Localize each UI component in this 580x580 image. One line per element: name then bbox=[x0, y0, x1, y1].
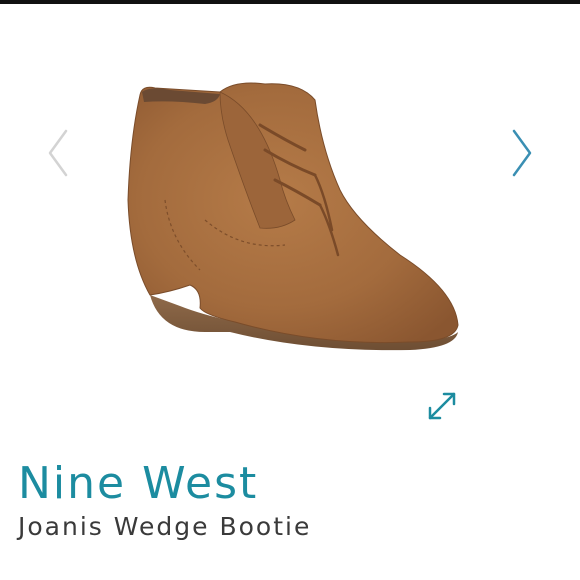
brand-name: Nine West bbox=[18, 458, 259, 509]
product-image[interactable] bbox=[110, 70, 480, 370]
bootie-illustration bbox=[127, 82, 459, 351]
chevron-right-icon bbox=[512, 129, 532, 177]
top-bar bbox=[0, 0, 580, 4]
expand-image-button[interactable] bbox=[426, 390, 458, 422]
chevron-left-icon bbox=[48, 129, 68, 177]
expand-icon bbox=[428, 392, 456, 420]
bottom-fade bbox=[0, 570, 580, 580]
next-image-button[interactable] bbox=[508, 128, 536, 178]
previous-image-button[interactable] bbox=[44, 128, 72, 178]
product-name: Joanis Wedge Bootie bbox=[18, 512, 312, 541]
